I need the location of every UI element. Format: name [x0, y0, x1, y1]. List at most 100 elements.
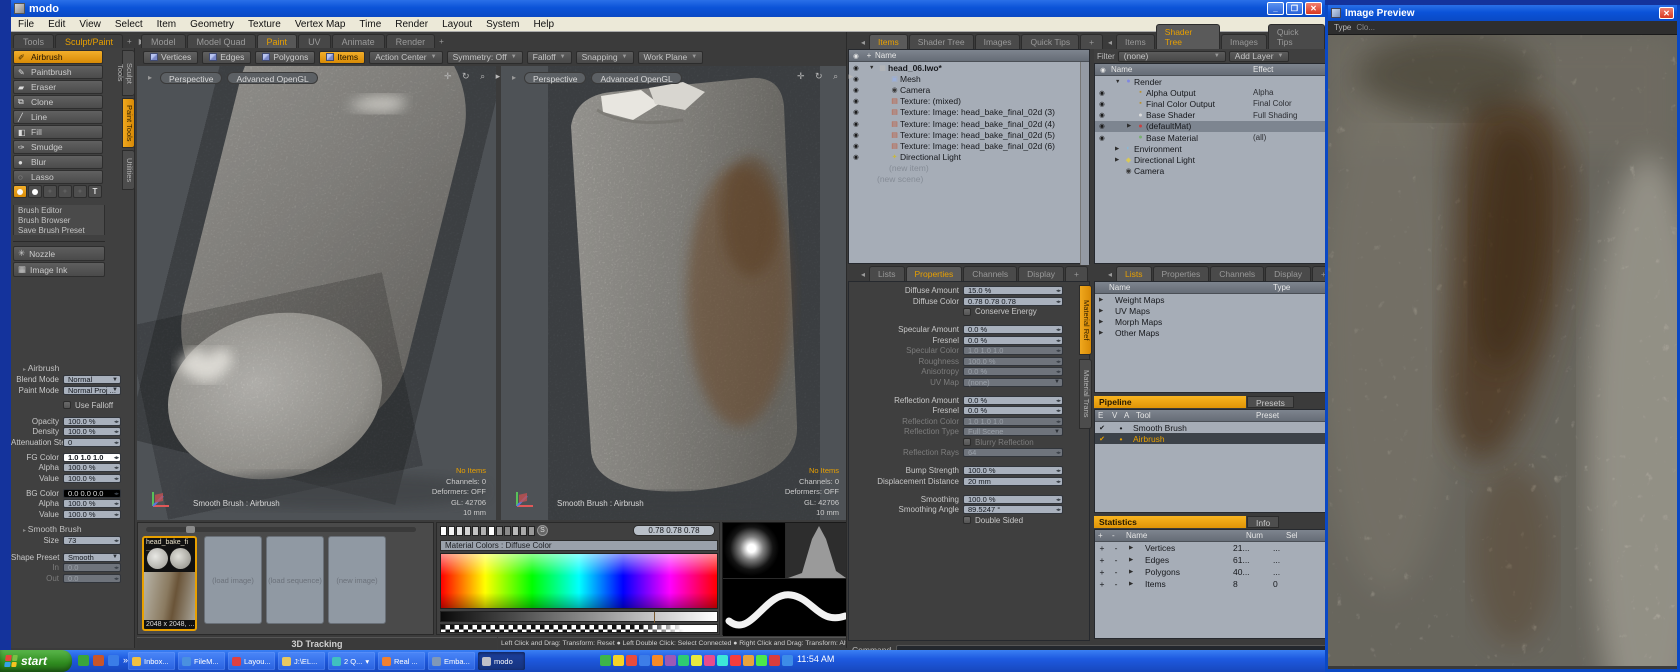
tree-row[interactable]: ◉▶●(defaultMat): [1095, 121, 1333, 132]
stepper-icon[interactable]: ◂▸: [114, 439, 119, 448]
field-size[interactable]: 73◂▸: [63, 536, 121, 545]
thumbnail--new-image-[interactable]: (new image): [328, 536, 386, 624]
stepper-icon[interactable]: ◂▸: [114, 500, 119, 509]
collapse-minus-icon[interactable]: -: [1109, 543, 1123, 553]
expander-icon[interactable]: ▼: [1115, 79, 1123, 85]
start-button[interactable]: start: [0, 650, 72, 672]
statistics-row[interactable]: +-▶Edges61......: [1095, 554, 1333, 566]
stepper-icon[interactable]: ◂▸: [1056, 478, 1061, 487]
checkbox-use-falloff[interactable]: [63, 401, 71, 409]
field-reflection-rays[interactable]: 64◂▸: [963, 448, 1063, 457]
list-item[interactable]: ▶Other Maps: [1095, 328, 1333, 339]
tree-row[interactable]: ◉Camera: [1095, 166, 1333, 177]
tab-uv[interactable]: UV: [298, 34, 331, 48]
menu-layout[interactable]: Layout: [435, 18, 479, 31]
viewport-right-nav-icons[interactable]: ✛ ↻ ⌕ ▸: [797, 71, 857, 82]
taskbar-window-inbox-[interactable]: Inbox...: [128, 652, 175, 670]
eye-icon[interactable]: ◉: [1095, 100, 1109, 108]
menu-render[interactable]: Render: [388, 18, 435, 31]
viewport-right[interactable]: [501, 66, 849, 520]
field-fresnel[interactable]: 0.0 %◂▸: [963, 336, 1063, 345]
color-swatch[interactable]: [512, 526, 519, 536]
field-smoothing[interactable]: 100.0 %◂▸: [963, 495, 1063, 504]
tree-row[interactable]: ◉●Base Material(all): [1095, 132, 1333, 143]
texture-preview[interactable]: [1328, 35, 1677, 666]
viewport-left[interactable]: [137, 66, 496, 520]
tree-row[interactable]: ◉◉Camera: [849, 84, 1089, 95]
panel-tab-shader-tree[interactable]: Shader Tree: [1156, 24, 1220, 49]
tree-row[interactable]: ◉●Base ShaderFull Shading: [1095, 110, 1333, 121]
panel-tab-images[interactable]: Images: [975, 34, 1021, 49]
eye-icon[interactable]: ◉: [1095, 89, 1109, 97]
tab-render[interactable]: Render: [386, 34, 436, 48]
field-reflection-amount[interactable]: 0.0 %◂▸: [963, 396, 1063, 405]
stepper-icon[interactable]: ◂▸: [1056, 418, 1061, 427]
tree-row[interactable]: ◉▪Final Color OutputFinal Color: [1095, 98, 1333, 109]
dropdown-symmetry-off[interactable]: Symmetry: Off▼: [447, 51, 523, 64]
eye-icon[interactable]: ◉: [849, 142, 863, 150]
image-preview-titlebar[interactable]: Image Preview ✕: [1328, 5, 1677, 21]
taskbar-window-j-el-[interactable]: J:\EL...: [278, 652, 325, 670]
tray-icon[interactable]: [730, 655, 741, 666]
enable-check-icon[interactable]: ✔: [1095, 424, 1109, 432]
statistics-row[interactable]: +-▶Vertices21......: [1095, 542, 1333, 554]
select-mode-polygons[interactable]: Polygons: [255, 51, 315, 64]
stepper-icon[interactable]: ◂▸: [114, 490, 119, 499]
tree-row[interactable]: (new scene): [849, 174, 1089, 185]
image-thumbnail-selected[interactable]: head_bake_fi ... 2048 x 2048, ...: [142, 536, 197, 631]
pipeline-presets-tab[interactable]: Presets: [1247, 396, 1294, 408]
link-brush-editor[interactable]: Brush Editor: [13, 205, 105, 215]
field-smoothing-angle[interactable]: 89.5247 °◂▸: [963, 505, 1063, 514]
brush-tip-hard-icon[interactable]: [28, 185, 42, 198]
field-roughness[interactable]: 100.0 %◂▸: [963, 357, 1063, 366]
panel-tab-display[interactable]: Display: [1018, 266, 1064, 281]
link-brush-browser[interactable]: Brush Browser: [13, 215, 105, 225]
stepper-icon[interactable]: ◂▸: [114, 454, 119, 463]
minimize-button[interactable]: _: [1267, 2, 1284, 15]
brush-tip-round-icon[interactable]: [13, 185, 27, 198]
color-swatch[interactable]: [448, 526, 455, 536]
stepper-icon[interactable]: ◂▸: [114, 428, 119, 437]
panel-tab-items[interactable]: Items: [1116, 34, 1155, 49]
thumbnail--load-image-[interactable]: (load image): [204, 536, 262, 624]
brush-tip-star2-icon[interactable]: ✦: [73, 185, 87, 198]
field-attenuation-steps[interactable]: 0◂▸: [63, 438, 121, 447]
filter-dropdown[interactable]: (none)▼: [1118, 51, 1226, 62]
field-diffuse-color[interactable]: 0.78 0.78 0.78◂▸: [963, 297, 1063, 306]
panel-tab-shader-tree[interactable]: Shader Tree: [909, 34, 974, 49]
tool-smudge[interactable]: ✑Smudge: [13, 140, 103, 154]
visible-dot-icon[interactable]: •: [1109, 423, 1133, 433]
field-out[interactable]: 0.0◂▸: [63, 574, 121, 583]
taskbar-window-filem-[interactable]: FileM...: [178, 652, 225, 670]
tray-icon[interactable]: [652, 655, 663, 666]
color-value-chip[interactable]: 0.78 0.78 0.78: [633, 525, 715, 536]
eye-icon[interactable]: ◉: [1095, 134, 1109, 142]
tray-icon[interactable]: [600, 655, 611, 666]
collapse-minus-icon[interactable]: -: [1109, 567, 1123, 577]
taskbar-window-emba-[interactable]: Emba...: [428, 652, 475, 670]
panel-tab-lists[interactable]: Lists: [869, 266, 904, 281]
field-density[interactable]: 100.0 %◂▸: [63, 427, 121, 436]
preview-type-value[interactable]: Clo...: [1356, 23, 1375, 32]
tray-icon[interactable]: [756, 655, 767, 666]
tray-icon[interactable]: [613, 655, 624, 666]
enable-check-icon[interactable]: ✔: [1095, 435, 1109, 443]
menu-item[interactable]: Item: [150, 18, 183, 31]
stepper-icon[interactable]: ◂▸: [1056, 287, 1061, 296]
color-swatch[interactable]: [528, 526, 535, 536]
expander-icon[interactable]: ▶: [1099, 319, 1107, 325]
tree-row[interactable]: ◉✦Directional Light: [849, 152, 1089, 163]
thumbnail--load-sequence-[interactable]: (load sequence): [266, 536, 324, 624]
taskbar-window-2-q-[interactable]: 2 Q...▾: [328, 652, 375, 670]
viewport-chip-advanced-opengl[interactable]: Advanced OpenGL: [591, 72, 681, 84]
quick-launch-1-icon[interactable]: [78, 655, 89, 666]
stepper-icon[interactable]: ◂▸: [114, 418, 119, 427]
hue-saturation-field[interactable]: [440, 553, 718, 609]
menu-vertex-map[interactable]: Vertex Map: [288, 18, 353, 31]
list-item[interactable]: ▶UV Maps: [1095, 305, 1333, 316]
tree-row[interactable]: ◉▤Texture: Image: head_bake_final_02d (4…: [849, 118, 1089, 129]
stepper-icon[interactable]: ◂▸: [114, 475, 119, 484]
color-swatch[interactable]: [440, 526, 447, 536]
stepper-icon[interactable]: ◂▸: [1056, 368, 1061, 377]
field-reflection-type[interactable]: Full Scene▼: [963, 427, 1063, 436]
